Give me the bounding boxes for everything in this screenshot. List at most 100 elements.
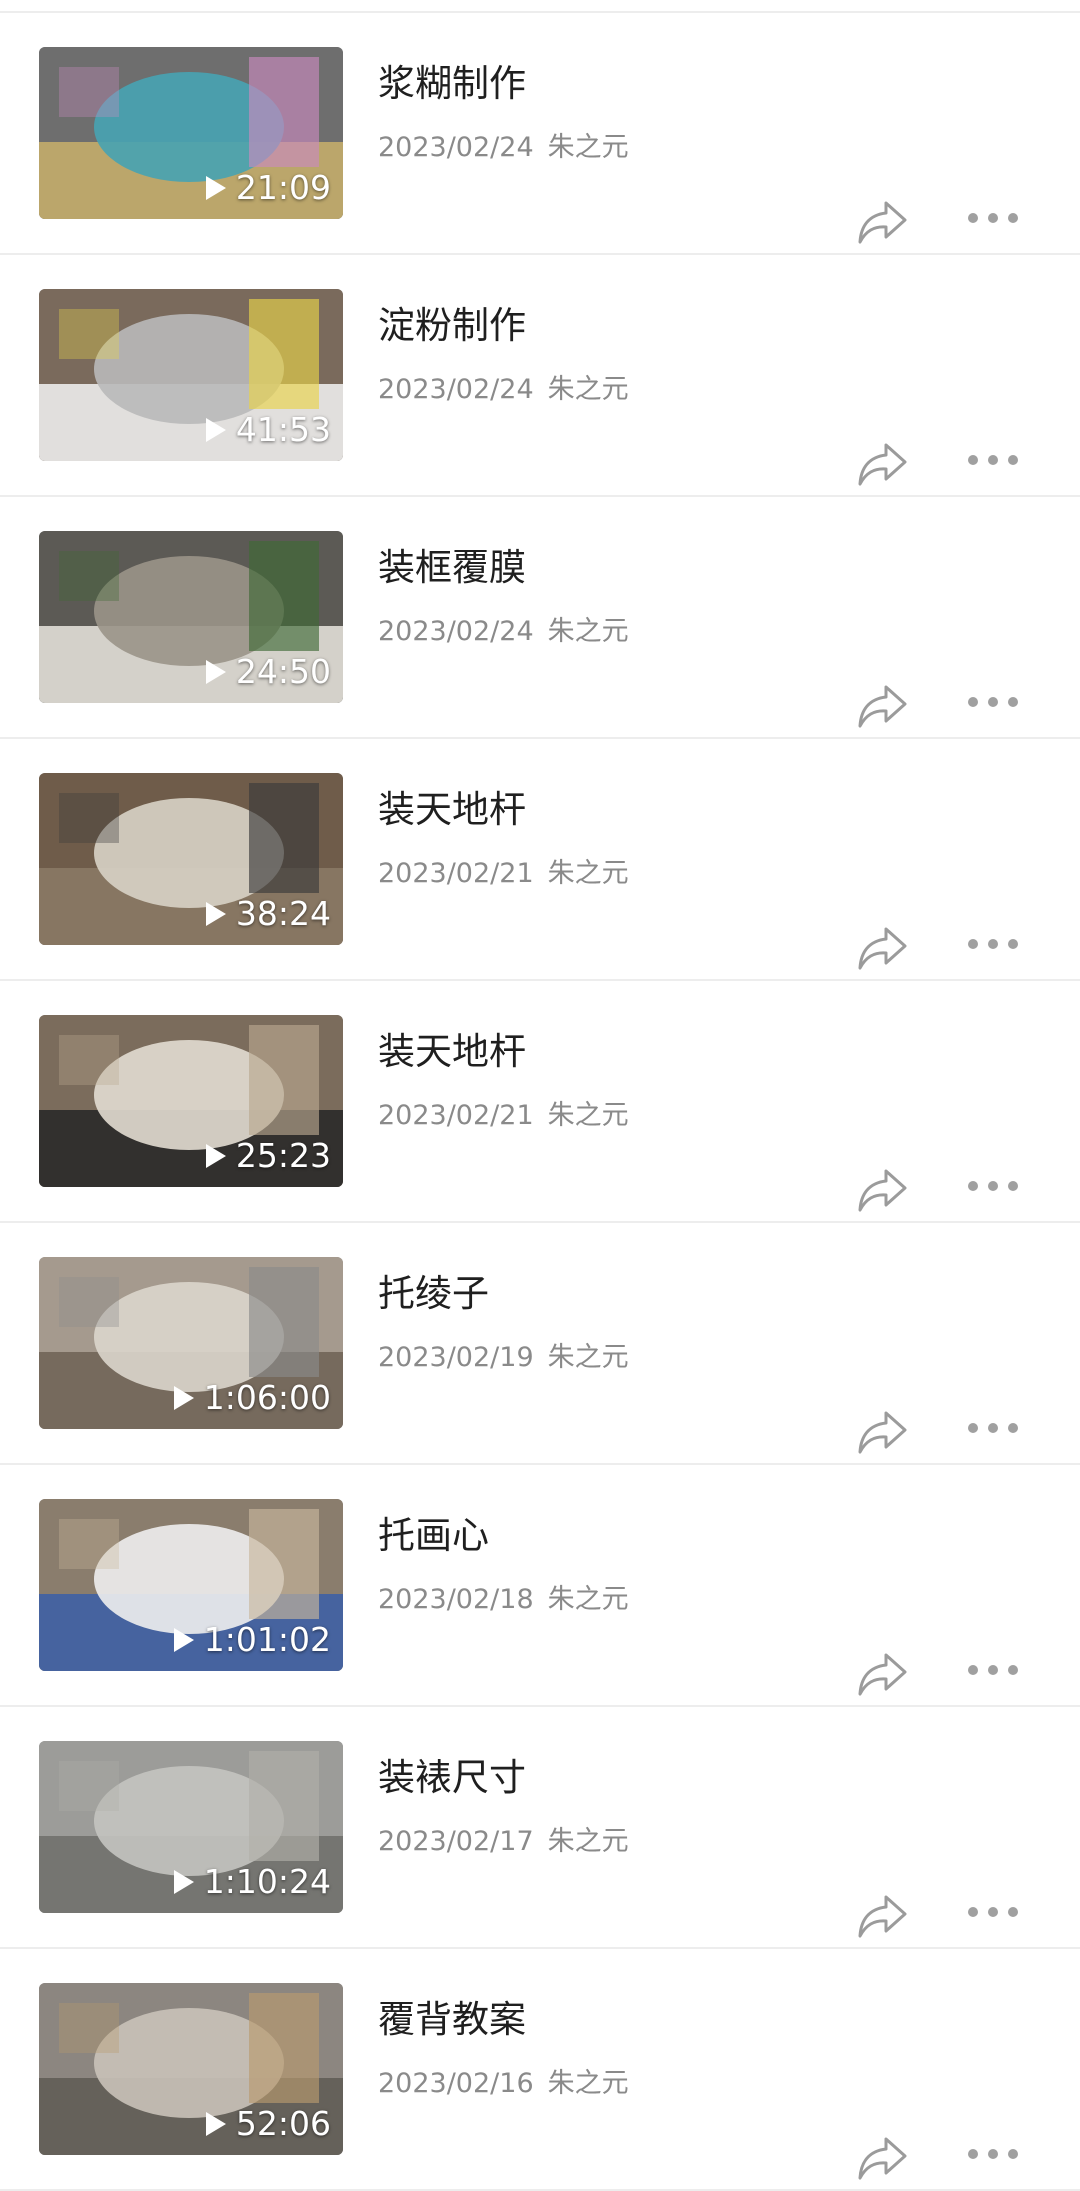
video-author: 朱之元	[547, 1100, 629, 1131]
duration-badge: 1:01:02	[172, 1620, 331, 1659]
video-title[interactable]: 覆背教案	[378, 1989, 526, 2043]
share-icon[interactable]	[856, 441, 908, 487]
duration-label: 1:01:02	[203, 1620, 331, 1659]
more-icon[interactable]	[966, 453, 1020, 467]
video-item[interactable]: 1:01:02 托画心 2023/02/18 朱之元	[0, 1465, 1080, 1707]
video-meta: 2023/02/19 朱之元	[378, 1335, 629, 1374]
video-meta: 2023/02/21 朱之元	[378, 1093, 629, 1132]
video-date: 2023/02/17	[378, 1826, 534, 1857]
duration-badge: 1:06:00	[172, 1378, 331, 1417]
share-icon[interactable]	[856, 199, 908, 245]
video-thumbnail[interactable]: 1:01:02	[39, 1499, 343, 1671]
video-date: 2023/02/24	[378, 132, 534, 163]
duration-label: 1:10:24	[203, 1862, 331, 1901]
video-author: 朱之元	[547, 374, 629, 405]
video-author: 朱之元	[547, 1342, 629, 1373]
video-title[interactable]: 装框覆膜	[378, 537, 526, 591]
video-title[interactable]: 淀粉制作	[378, 295, 526, 349]
duration-label: 41:53	[235, 410, 331, 449]
video-date: 2023/02/18	[378, 1584, 534, 1615]
video-meta: 2023/02/16 朱之元	[378, 2061, 629, 2100]
share-icon[interactable]	[856, 1409, 908, 1455]
video-item[interactable]: 1:10:24 装裱尺寸 2023/02/17 朱之元	[0, 1707, 1080, 1949]
more-icon[interactable]	[966, 211, 1020, 225]
video-meta: 2023/02/24 朱之元	[378, 609, 629, 648]
play-icon	[173, 1627, 194, 1652]
duration-badge: 52:06	[204, 2104, 331, 2143]
video-title[interactable]: 托绫子	[378, 1263, 489, 1317]
share-icon[interactable]	[856, 1893, 908, 1939]
more-icon[interactable]	[966, 1905, 1020, 1919]
duration-badge: 38:24	[204, 894, 331, 933]
video-item[interactable]: 25:23 装天地杆 2023/02/21 朱之元	[0, 981, 1080, 1223]
duration-badge: 21:09	[204, 168, 331, 207]
video-meta: 2023/02/18 朱之元	[378, 1577, 629, 1616]
video-meta: 2023/02/24 朱之元	[378, 367, 629, 406]
video-thumbnail[interactable]: 41:53	[39, 289, 343, 461]
more-icon[interactable]	[966, 695, 1020, 709]
video-list: 21:09 浆糊制作 2023/02/24 朱之元 41:53 淀粉制作 202…	[0, 0, 1080, 2191]
video-author: 朱之元	[547, 2068, 629, 2099]
video-item[interactable]: 38:24 装天地杆 2023/02/21 朱之元	[0, 739, 1080, 981]
play-icon	[205, 659, 226, 684]
video-title[interactable]: 装裱尺寸	[378, 1747, 526, 1801]
play-icon	[205, 1143, 226, 1168]
video-thumbnail[interactable]: 38:24	[39, 773, 343, 945]
share-icon[interactable]	[856, 683, 908, 729]
duration-label: 1:06:00	[203, 1378, 331, 1417]
duration-label: 24:50	[235, 652, 331, 691]
video-date: 2023/02/19	[378, 1342, 534, 1373]
video-author: 朱之元	[547, 1826, 629, 1857]
video-date: 2023/02/21	[378, 858, 534, 889]
more-icon[interactable]	[966, 1179, 1020, 1193]
video-author: 朱之元	[547, 1584, 629, 1615]
play-icon	[173, 1869, 194, 1894]
video-item[interactable]: 41:53 淀粉制作 2023/02/24 朱之元	[0, 255, 1080, 497]
duration-badge: 41:53	[204, 410, 331, 449]
play-icon	[173, 1385, 194, 1410]
video-title[interactable]: 托画心	[378, 1505, 489, 1559]
video-thumbnail[interactable]: 24:50	[39, 531, 343, 703]
video-meta: 2023/02/21 朱之元	[378, 851, 629, 890]
duration-label: 52:06	[235, 2104, 331, 2143]
more-icon[interactable]	[966, 1663, 1020, 1677]
more-icon[interactable]	[966, 1421, 1020, 1435]
video-author: 朱之元	[547, 132, 629, 163]
video-author: 朱之元	[547, 858, 629, 889]
video-date: 2023/02/24	[378, 374, 534, 405]
duration-badge: 25:23	[204, 1136, 331, 1175]
play-icon	[205, 417, 226, 442]
video-item[interactable]: 21:09 浆糊制作 2023/02/24 朱之元	[0, 13, 1080, 255]
duration-label: 38:24	[235, 894, 331, 933]
duration-label: 21:09	[235, 168, 331, 207]
video-thumbnail[interactable]: 52:06	[39, 1983, 343, 2155]
video-item[interactable]: 52:06 覆背教案 2023/02/16 朱之元	[0, 1949, 1080, 2191]
play-icon	[205, 901, 226, 926]
video-date: 2023/02/21	[378, 1100, 534, 1131]
share-icon[interactable]	[856, 1167, 908, 1213]
duration-label: 25:23	[235, 1136, 331, 1175]
video-date: 2023/02/24	[378, 616, 534, 647]
video-item[interactable]: 24:50 装框覆膜 2023/02/24 朱之元	[0, 497, 1080, 739]
video-date: 2023/02/16	[378, 2068, 534, 2099]
video-thumbnail[interactable]: 1:06:00	[39, 1257, 343, 1429]
share-icon[interactable]	[856, 2135, 908, 2181]
video-thumbnail[interactable]: 25:23	[39, 1015, 343, 1187]
video-title[interactable]: 装天地杆	[378, 1021, 526, 1075]
video-item[interactable]: 1:06:00 托绫子 2023/02/19 朱之元	[0, 1223, 1080, 1465]
more-icon[interactable]	[966, 2147, 1020, 2161]
video-meta: 2023/02/24 朱之元	[378, 125, 629, 164]
play-icon	[205, 175, 226, 200]
video-thumbnail[interactable]: 1:10:24	[39, 1741, 343, 1913]
video-title[interactable]: 浆糊制作	[378, 53, 526, 107]
share-icon[interactable]	[856, 1651, 908, 1697]
more-icon[interactable]	[966, 937, 1020, 951]
duration-badge: 24:50	[204, 652, 331, 691]
video-title[interactable]: 装天地杆	[378, 779, 526, 833]
duration-badge: 1:10:24	[172, 1862, 331, 1901]
play-icon	[205, 2111, 226, 2136]
share-icon[interactable]	[856, 925, 908, 971]
video-thumbnail[interactable]: 21:09	[39, 47, 343, 219]
video-author: 朱之元	[547, 616, 629, 647]
video-meta: 2023/02/17 朱之元	[378, 1819, 629, 1858]
